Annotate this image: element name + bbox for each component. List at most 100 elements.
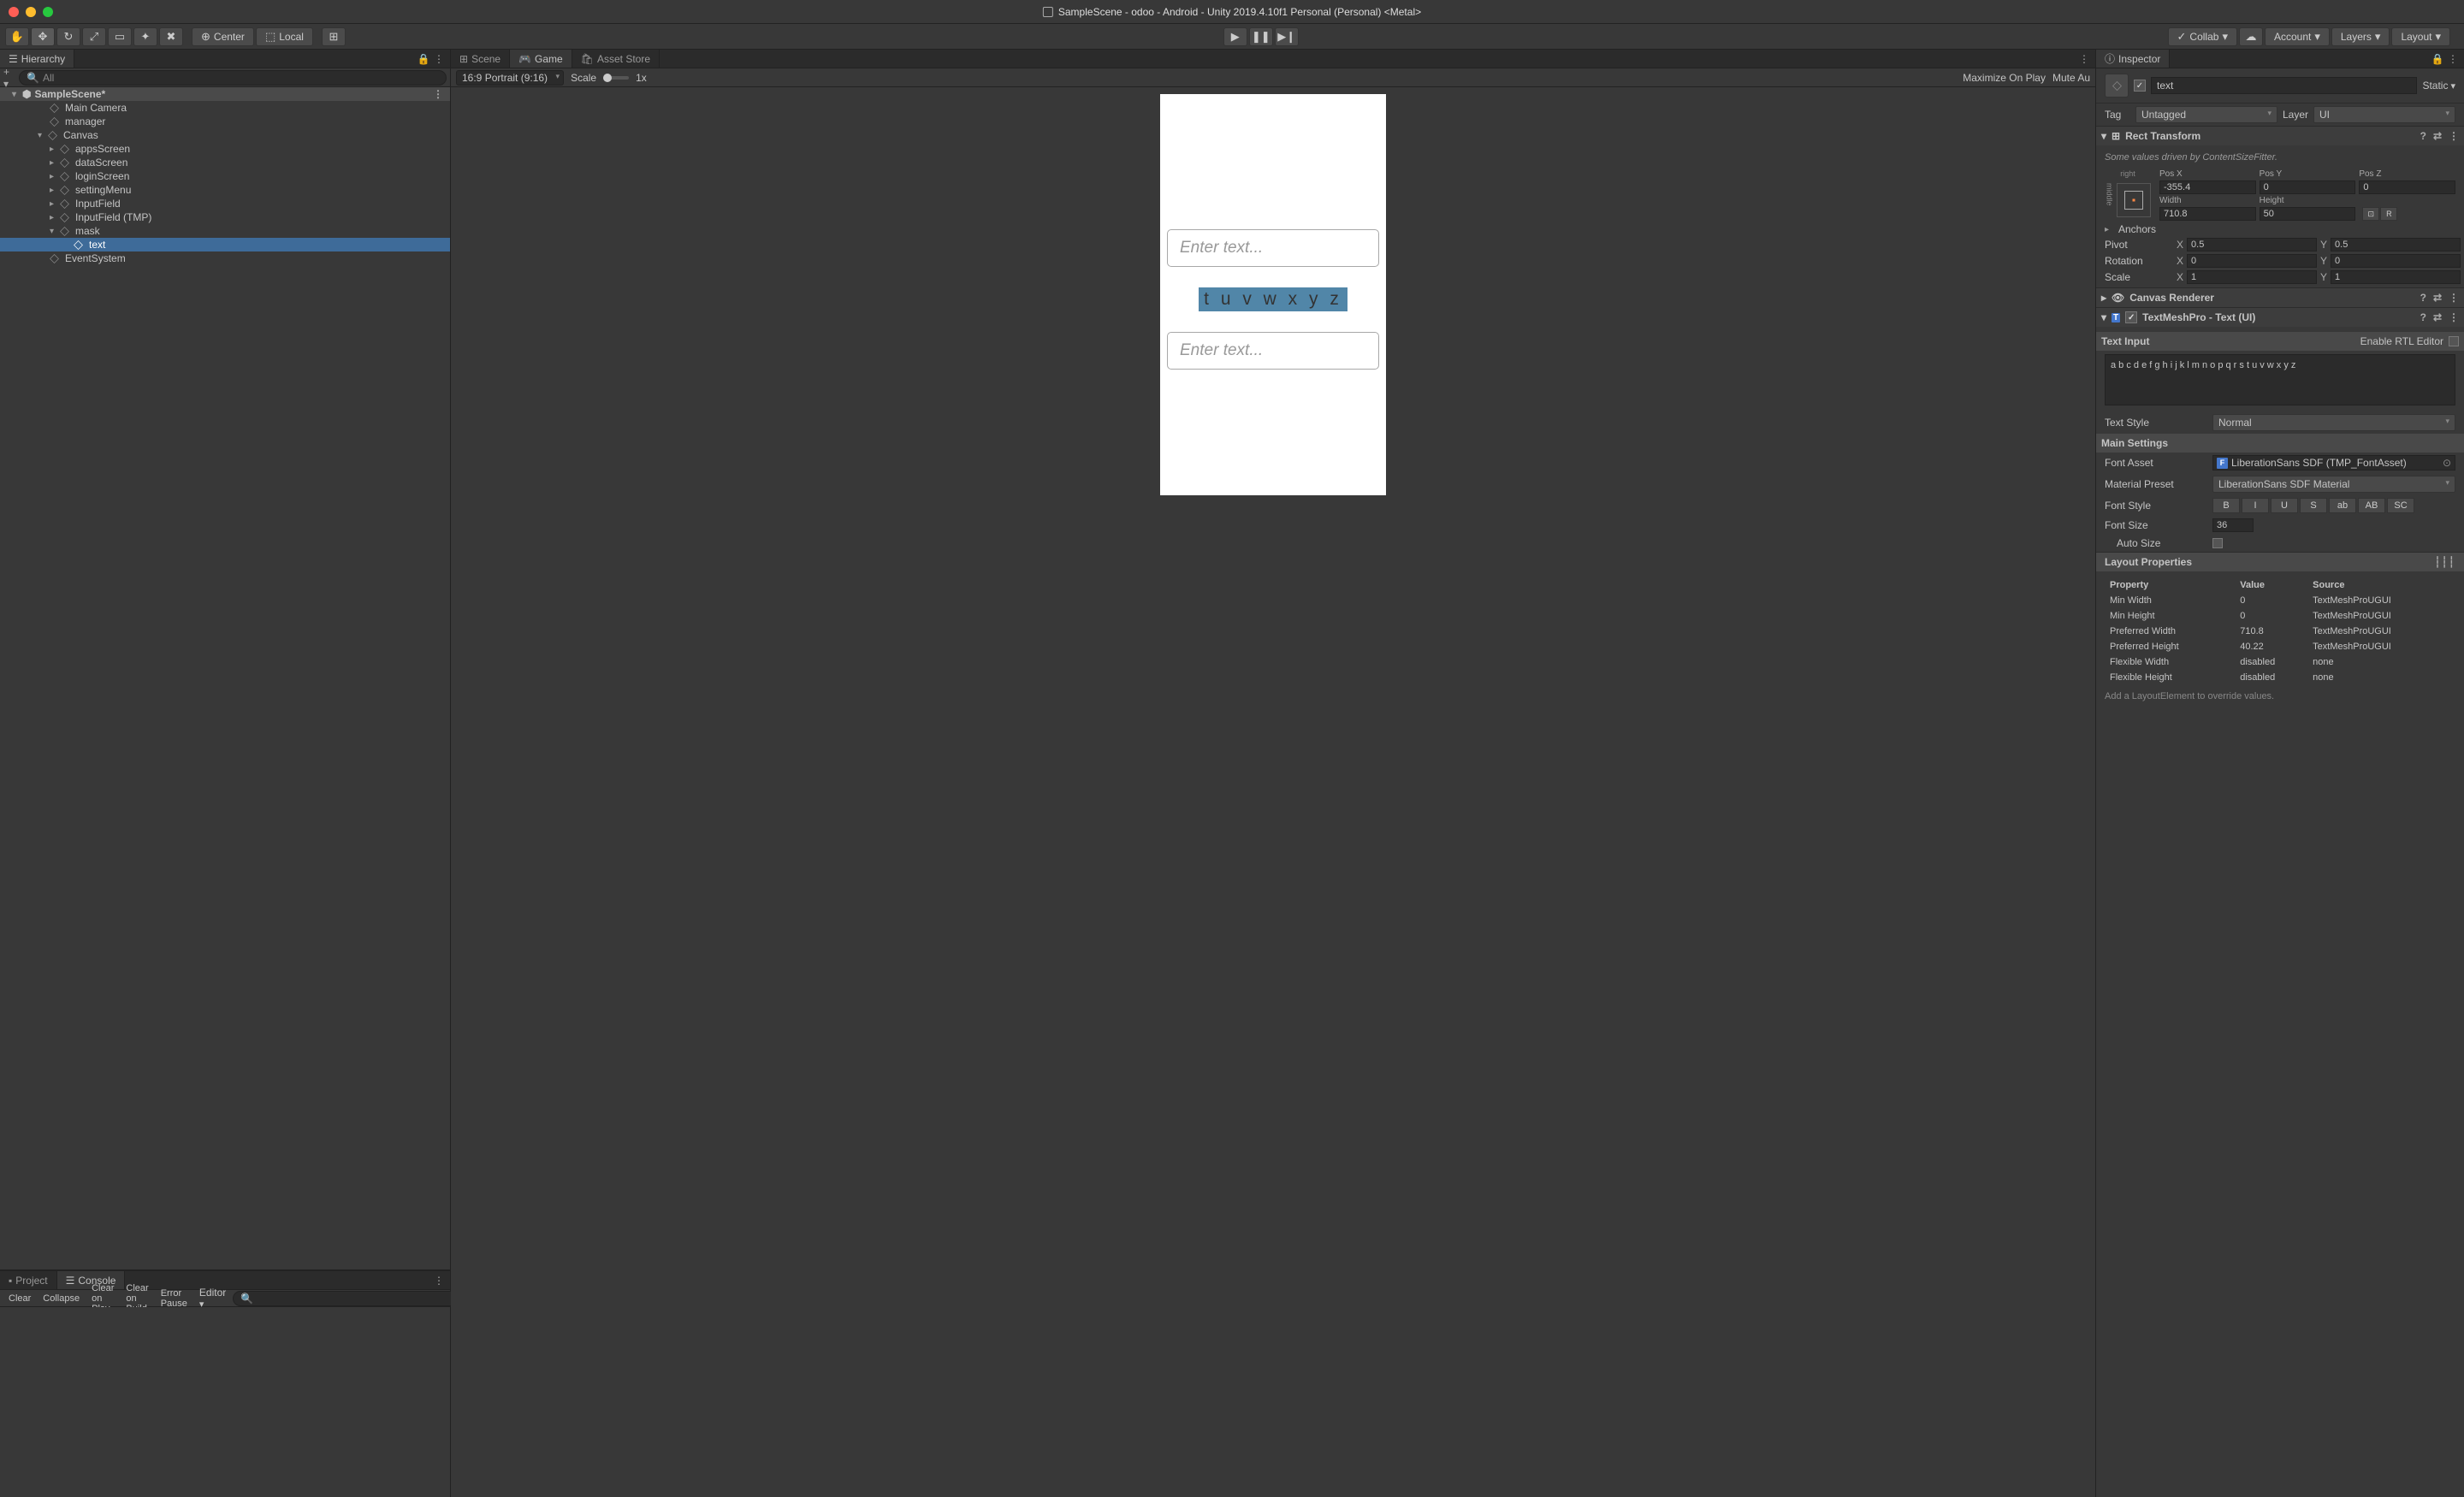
tab-game[interactable]: 🎮 Game bbox=[510, 50, 572, 68]
pivot-x[interactable] bbox=[2187, 238, 2317, 251]
canvas-renderer-header[interactable]: ▸ 👁 Canvas Renderer ?⇄⋮ bbox=[2096, 288, 2464, 307]
font-style-b[interactable]: B bbox=[2212, 498, 2240, 513]
tab-project[interactable]: ▪ Project bbox=[0, 1271, 57, 1289]
tree-item[interactable]: ▸dataScreen bbox=[0, 156, 450, 169]
help-icon[interactable]: ? bbox=[2420, 311, 2426, 323]
component-enabled-checkbox[interactable]: ✓ bbox=[2125, 311, 2137, 323]
tree-item[interactable]: ▸settingMenu bbox=[0, 183, 450, 197]
pivot-center-button[interactable]: ⊕ Center bbox=[192, 27, 254, 46]
rotate-tool-button[interactable]: ↻ bbox=[56, 27, 80, 46]
posz-field[interactable] bbox=[2359, 180, 2455, 194]
play-button[interactable]: ▶ bbox=[1223, 27, 1247, 46]
anchor-preset[interactable] bbox=[2117, 183, 2151, 217]
font-style-i[interactable]: I bbox=[2242, 498, 2269, 513]
scale-tool-button[interactable]: ⤢ bbox=[82, 27, 106, 46]
help-icon[interactable]: ? bbox=[2420, 292, 2426, 304]
tree-item[interactable]: ▾Canvas bbox=[0, 128, 450, 142]
transform-tool-button[interactable]: ✦ bbox=[133, 27, 157, 46]
font-style-ab[interactable]: AB bbox=[2358, 498, 2385, 513]
tab-scene[interactable]: ⊞ Scene bbox=[451, 50, 510, 68]
account-button[interactable]: Account ▾ bbox=[2265, 27, 2330, 46]
tree-item[interactable]: ▸InputField (TMP) bbox=[0, 210, 450, 224]
close-window-icon[interactable] bbox=[9, 7, 19, 17]
scene-row[interactable]: ▾ ⬢ SampleScene* ⋮ bbox=[0, 87, 450, 101]
height-field[interactable] bbox=[2260, 207, 2356, 221]
auto-size-checkbox[interactable] bbox=[2212, 538, 2223, 548]
help-icon[interactable]: ? bbox=[2420, 130, 2426, 142]
posy-field[interactable] bbox=[2260, 180, 2356, 194]
hand-tool-button[interactable]: ✋ bbox=[5, 27, 29, 46]
tag-dropdown[interactable]: Untagged bbox=[2135, 106, 2277, 123]
panel-menu-icon[interactable]: ⋮ bbox=[433, 53, 445, 65]
tab-asset-store[interactable]: 🛍 Asset Store bbox=[572, 50, 660, 68]
scale-slider[interactable] bbox=[603, 76, 629, 80]
layer-dropdown[interactable]: UI bbox=[2313, 106, 2455, 123]
collab-button[interactable]: ✓ Collab ▾ bbox=[2168, 27, 2237, 46]
console-search[interactable]: 🔍 bbox=[233, 1291, 472, 1306]
menu-icon[interactable]: ⋮ bbox=[2449, 130, 2459, 142]
tree-item[interactable]: ▸loginScreen bbox=[0, 169, 450, 183]
active-checkbox[interactable]: ✓ bbox=[2134, 80, 2146, 92]
lock-icon[interactable]: 🔒 bbox=[2431, 53, 2443, 65]
panel-menu-icon[interactable]: ⋮ bbox=[2447, 53, 2459, 65]
material-preset-dropdown[interactable]: LiberationSans SDF Material bbox=[2212, 476, 2455, 493]
menu-icon[interactable]: ⋮ bbox=[2449, 311, 2459, 323]
scale-x[interactable] bbox=[2187, 270, 2317, 284]
collapse-button[interactable]: Collapse bbox=[38, 1292, 85, 1305]
tree-item[interactable]: ▸appsScreen bbox=[0, 142, 450, 156]
menu-icon[interactable]: ⋮ bbox=[2449, 292, 2459, 304]
font-style-sc[interactable]: SC bbox=[2387, 498, 2414, 513]
tree-item-selected[interactable]: text bbox=[0, 238, 450, 251]
mute-audio[interactable]: Mute Au bbox=[2052, 72, 2090, 84]
font-asset-field[interactable]: FLiberationSans SDF (TMP_FontAsset)⊙ bbox=[2212, 455, 2455, 470]
font-style-u[interactable]: U bbox=[2271, 498, 2298, 513]
step-button[interactable]: ▶❙ bbox=[1275, 27, 1299, 46]
text-style-dropdown[interactable]: Normal bbox=[2212, 414, 2455, 431]
tree-item[interactable]: EventSystem bbox=[0, 251, 450, 265]
preset-icon[interactable]: ⇄ bbox=[2433, 292, 2442, 304]
layout-button[interactable]: Layout ▾ bbox=[2391, 27, 2450, 46]
tree-item[interactable]: ▸InputField bbox=[0, 197, 450, 210]
tab-inspector[interactable]: ⓘ Inspector bbox=[2096, 50, 2170, 68]
blueprint-button[interactable]: ⊡ bbox=[2362, 207, 2379, 221]
font-style-ab[interactable]: ab bbox=[2329, 498, 2356, 513]
input-field-2[interactable]: Enter text... bbox=[1167, 332, 1379, 370]
panel-menu-icon[interactable]: ⋮ bbox=[433, 1275, 445, 1287]
rot-y[interactable] bbox=[2331, 254, 2461, 268]
snap-button[interactable]: ⊞ bbox=[322, 27, 346, 46]
tree-item[interactable]: ▾mask bbox=[0, 224, 450, 238]
aspect-dropdown[interactable]: 16:9 Portrait (9:16) bbox=[456, 70, 564, 86]
pivot-y[interactable] bbox=[2331, 238, 2461, 251]
minimize-window-icon[interactable] bbox=[26, 7, 36, 17]
clear-button[interactable]: Clear bbox=[3, 1292, 36, 1305]
rect-tool-button[interactable]: ▭ bbox=[108, 27, 132, 46]
chevron-down-icon[interactable]: ▾ bbox=[12, 90, 22, 99]
input-field-1[interactable]: Enter text... bbox=[1167, 229, 1379, 267]
tree-item[interactable]: manager bbox=[0, 115, 450, 128]
create-dropdown[interactable]: + ▾ bbox=[3, 72, 15, 84]
gameobject-name-field[interactable] bbox=[2151, 77, 2417, 94]
tmp-text-area[interactable] bbox=[2105, 354, 2455, 405]
preset-icon[interactable]: ⇄ bbox=[2433, 311, 2442, 323]
lock-icon[interactable]: 🔒 bbox=[418, 53, 429, 65]
pause-button[interactable]: ❚❚ bbox=[1249, 27, 1273, 46]
font-size-field[interactable] bbox=[2212, 518, 2254, 532]
tmp-header[interactable]: ▾ T ✓ TextMeshPro - Text (UI) ?⇄⋮ bbox=[2096, 308, 2464, 327]
maximize-on-play[interactable]: Maximize On Play bbox=[1963, 72, 2046, 84]
preset-icon[interactable]: ⇄ bbox=[2433, 130, 2442, 142]
layout-menu-icon[interactable]: ┆┆┆ bbox=[2434, 556, 2455, 568]
hierarchy-search[interactable]: 🔍 All bbox=[19, 70, 447, 86]
static-dropdown[interactable]: Static ▾ bbox=[2422, 80, 2455, 92]
panel-menu-icon[interactable]: ⋮ bbox=[2078, 53, 2090, 65]
font-style-s[interactable]: S bbox=[2300, 498, 2327, 513]
tree-item[interactable]: Main Camera bbox=[0, 101, 450, 115]
rot-x[interactable] bbox=[2187, 254, 2317, 268]
pivot-local-button[interactable]: ⬚ Local bbox=[256, 27, 313, 46]
move-tool-button[interactable]: ✥ bbox=[31, 27, 55, 46]
cloud-button[interactable]: ☁ bbox=[2239, 27, 2263, 46]
scene-menu-icon[interactable]: ⋮ bbox=[433, 88, 450, 100]
layers-button[interactable]: Layers ▾ bbox=[2331, 27, 2390, 46]
rect-transform-header[interactable]: ▾ ⊞ Rect Transform ?⇄⋮ bbox=[2096, 127, 2464, 145]
custom-tool-button[interactable]: ✖ bbox=[159, 27, 183, 46]
maximize-window-icon[interactable] bbox=[43, 7, 53, 17]
